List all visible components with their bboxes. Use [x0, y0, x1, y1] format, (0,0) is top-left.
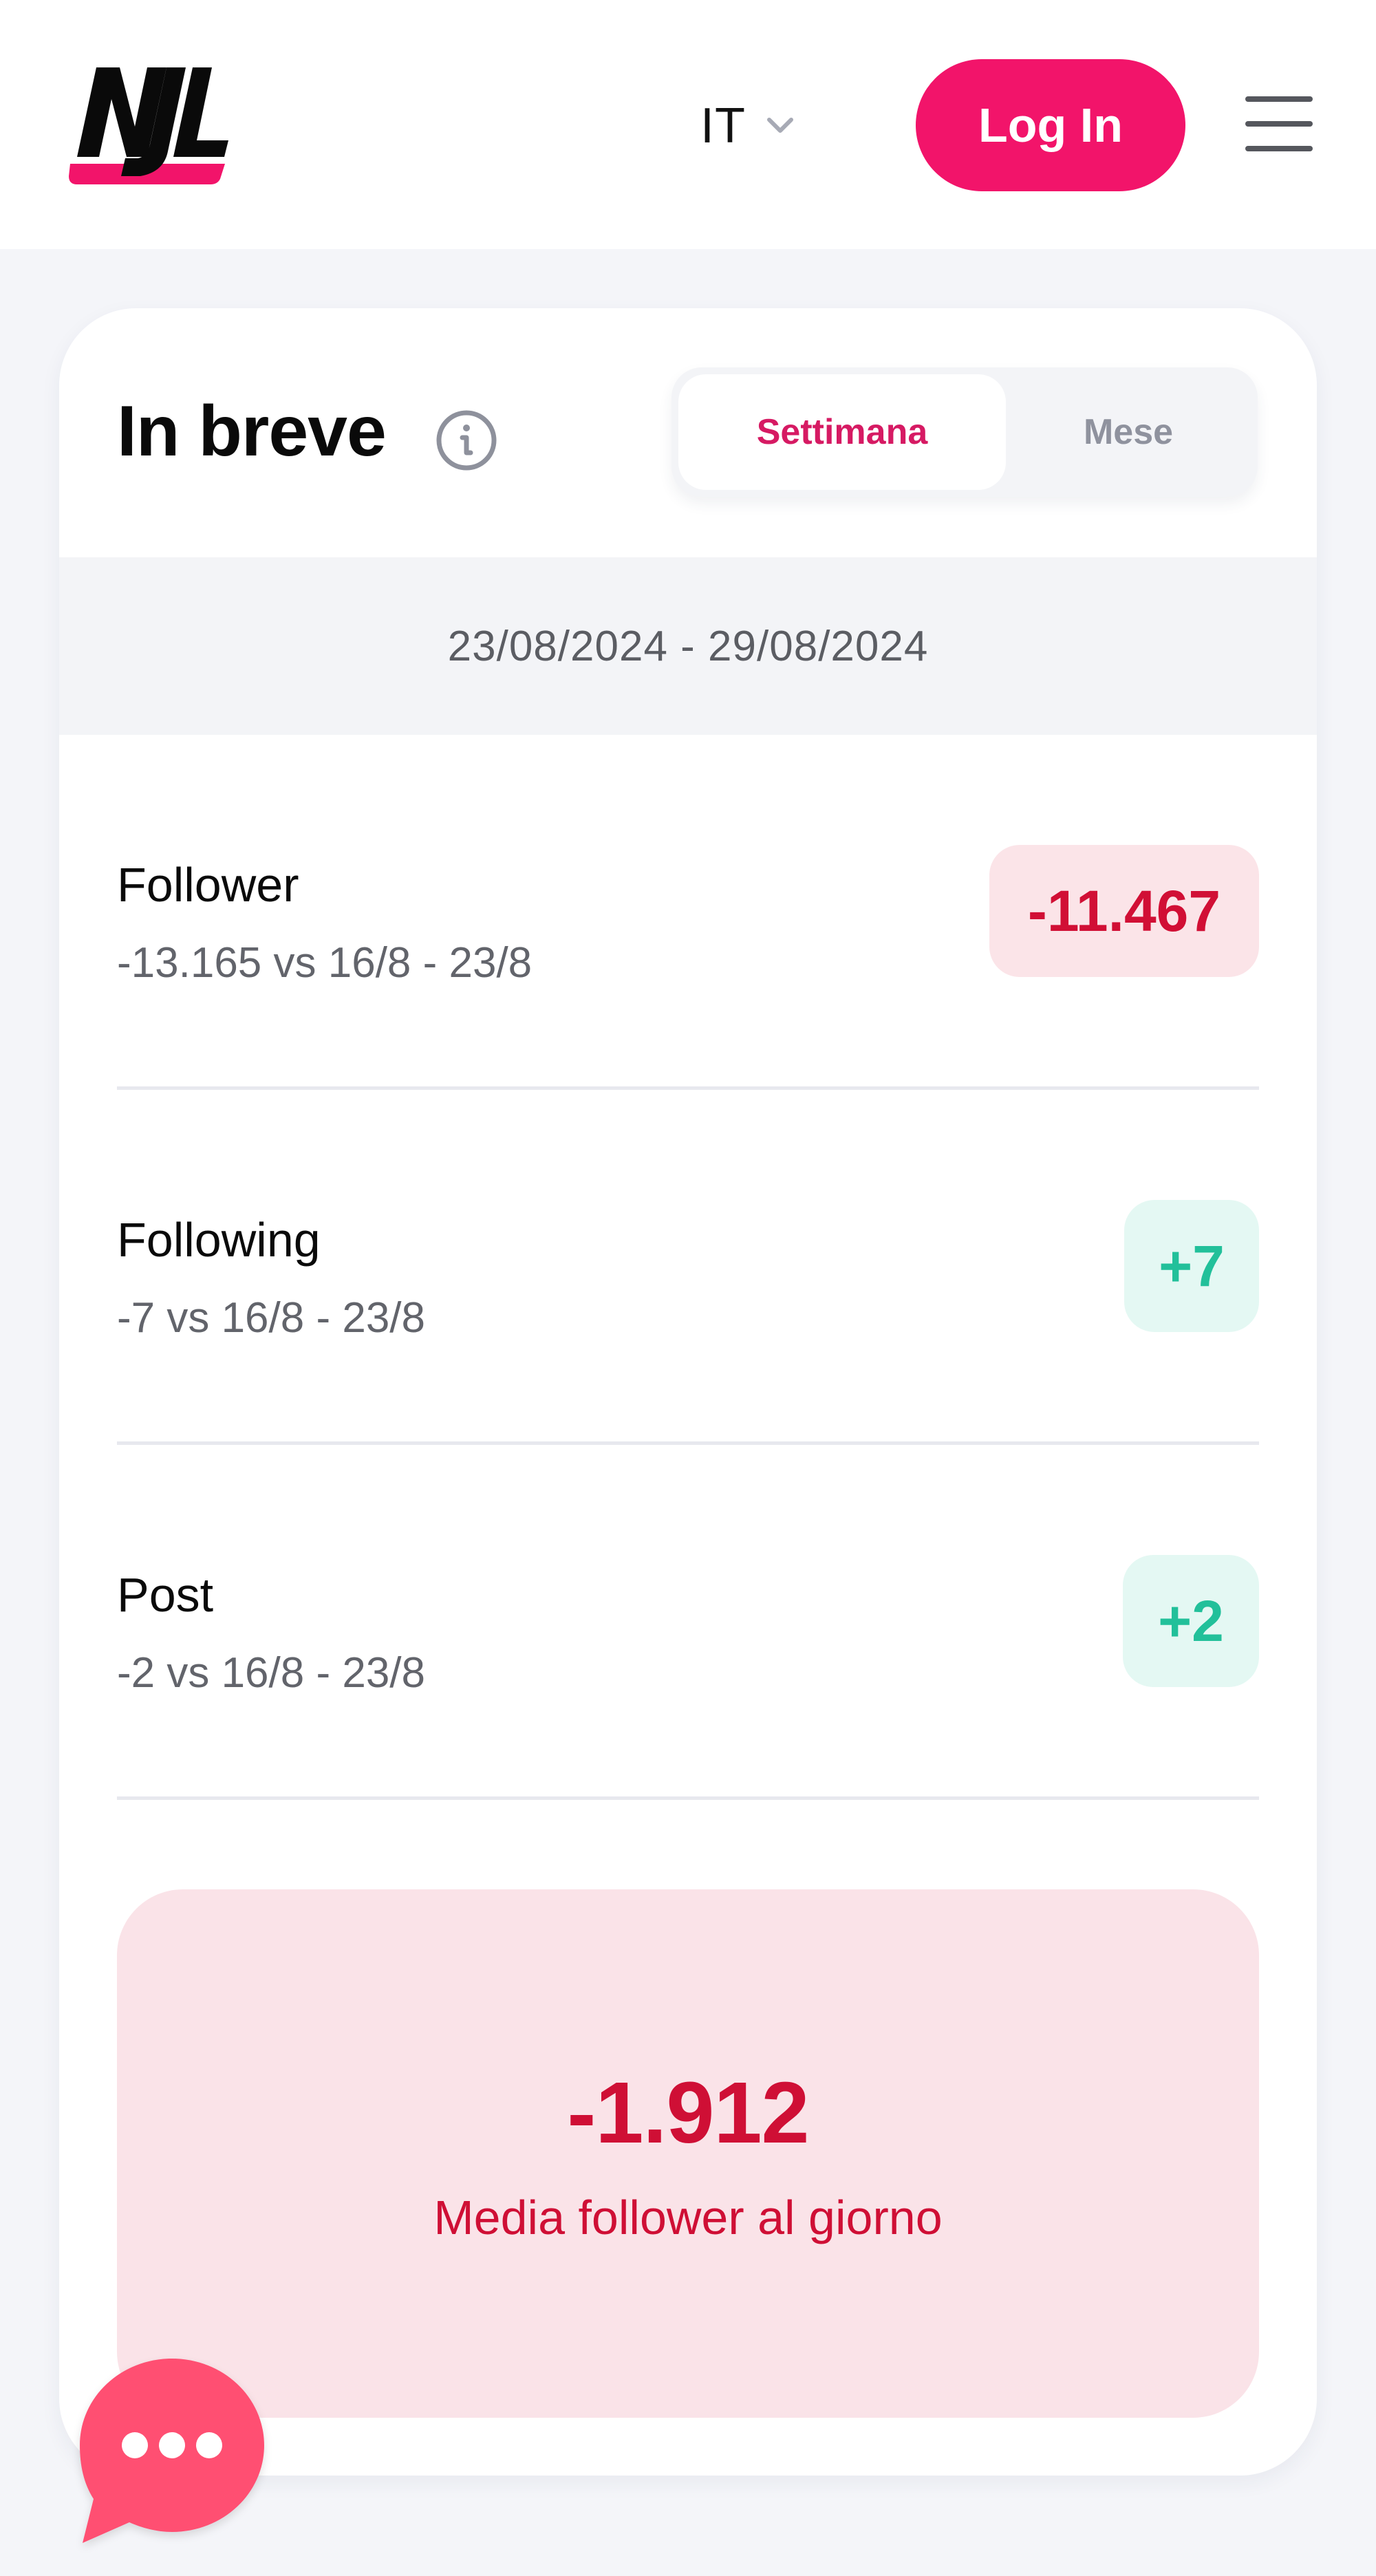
stat-row-following: Following -7 vs 16/8 - 23/8 +7	[117, 1090, 1259, 1445]
language-label: IT	[700, 98, 746, 153]
date-range: 23/08/2024 - 29/08/2024	[59, 557, 1317, 735]
stat-comparison: -13.165 vs 16/8 - 23/8	[117, 939, 533, 987]
stat-label: Following	[117, 1213, 321, 1267]
info-icon[interactable]	[435, 409, 498, 472]
stat-value-badge: -11.467	[989, 845, 1259, 977]
daily-average-box: -1.912 Media follower al giorno	[117, 1889, 1259, 2418]
stat-label: Post	[117, 1568, 214, 1622]
stat-comparison: -7 vs 16/8 - 23/8	[117, 1294, 426, 1342]
stat-row-follower: Follower -13.165 vs 16/8 - 23/8 -11.467	[117, 735, 1259, 1090]
stat-value-badge: +7	[1124, 1200, 1259, 1332]
chat-bubble-icon[interactable]	[69, 2348, 275, 2554]
tab-week[interactable]: Settimana	[678, 374, 1006, 490]
stat-value-badge: +2	[1123, 1555, 1259, 1687]
hamburger-menu-icon[interactable]	[1238, 89, 1321, 158]
daily-average-value: -1.912	[567, 2063, 809, 2161]
daily-average-label: Media follower al giorno	[433, 2190, 943, 2244]
top-header: IT Log In	[0, 0, 1376, 249]
stat-comparison: -2 vs 16/8 - 23/8	[117, 1649, 426, 1697]
chevron-down-icon	[766, 118, 793, 133]
language-selector[interactable]: IT	[700, 95, 795, 157]
stat-row-post: Post -2 vs 16/8 - 23/8 +2	[117, 1445, 1259, 1800]
tab-month[interactable]: Mese	[1006, 374, 1251, 490]
card-title: In breve	[117, 391, 387, 471]
summary-card: In breve Settimana Mese 23/08/2024 - 29/…	[59, 308, 1317, 2476]
period-toggle: Settimana Mese	[671, 367, 1258, 497]
stat-label: Follower	[117, 858, 299, 912]
login-button[interactable]: Log In	[916, 59, 1185, 191]
njl-logo-icon[interactable]	[63, 61, 232, 188]
